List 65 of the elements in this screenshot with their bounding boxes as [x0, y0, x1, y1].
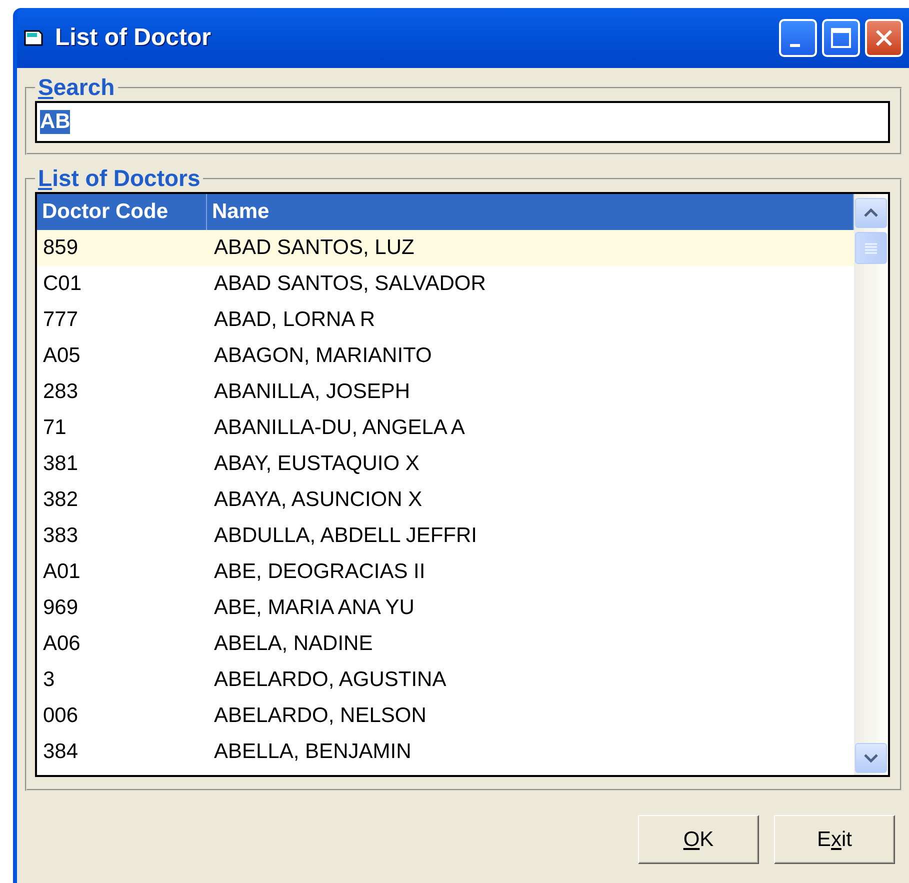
- table-row[interactable]: 859 ABAD SANTOS, LUZ: [37, 230, 854, 266]
- name-cell-text: ABE, DEOGRACIAS II: [213, 559, 426, 585]
- chevron-up-icon: [863, 208, 879, 218]
- table-row[interactable]: 71 ABANILLA-DU, ANGELA A: [37, 410, 854, 446]
- code-cell-text: 859: [42, 235, 80, 261]
- dialog-button[interactable]: OK: [638, 815, 759, 864]
- maximize-button[interactable]: [822, 19, 860, 57]
- table-row[interactable]: 283 ABANILLA, JOSEPH: [37, 374, 854, 410]
- table-row[interactable]: C01 ABAD SANTOS, SALVADOR: [37, 266, 854, 302]
- table-row[interactable]: A01 ABE, DEOGRACIAS II: [37, 554, 854, 590]
- name-cell-text: ABANILLA-DU, ANGELA A: [213, 415, 466, 441]
- minimize-icon: [790, 44, 800, 46]
- name-cell-text: ABE, MARIA ANA YU: [213, 595, 416, 621]
- name-cell-text: ABAD, LORNA R: [213, 307, 376, 333]
- name-cell-text: ABELARDO, NELSON: [213, 703, 428, 729]
- code-cell-text: 383: [42, 523, 80, 549]
- name-cell-text: ABAYA, ASUNCION X: [213, 487, 424, 513]
- dialog-button[interactable]: Exit: [774, 815, 895, 864]
- table-row[interactable]: A06 ABELA, NADINE: [37, 626, 854, 662]
- scroll-up-button[interactable]: [855, 198, 887, 228]
- table-row[interactable]: 384 ABELLA, BENJAMIN: [37, 734, 854, 770]
- name-cell-text: ABELA, NADINE: [213, 631, 374, 657]
- code-cell-text: 382: [42, 487, 80, 513]
- name-cell-text: ABAD SANTOS, SALVADOR: [213, 271, 487, 297]
- code-cell-text: A06: [42, 631, 82, 657]
- code-cell-text: A05: [42, 343, 82, 369]
- table-row[interactable]: 383 ABDULLA, ABDELL JEFFRI: [37, 518, 854, 554]
- name-cell-text: ABDULLA, ABDELL JEFFRI: [213, 523, 478, 549]
- code-cell-text: 969: [42, 595, 80, 621]
- code-cell-text: 381: [42, 451, 80, 477]
- table-row[interactable]: 381 ABAY, EUSTAQUIO X: [37, 446, 854, 482]
- code-cell-text: 71: [42, 415, 68, 441]
- table-row[interactable]: 3 ABELARDO, AGUSTINA: [37, 662, 854, 698]
- scrollbar[interactable]: [854, 194, 888, 775]
- name-cell-text: ABANILLA, JOSEPH: [213, 379, 412, 405]
- name-cell-text: ABAD SANTOS, LUZ: [213, 235, 416, 261]
- table-row[interactable]: 969 ABE, MARIA ANA YU: [37, 590, 854, 626]
- code-cell-text: A01: [42, 559, 82, 585]
- window-icon: [23, 29, 45, 47]
- table-row[interactable]: 006 ABELARDO, NELSON: [37, 698, 854, 734]
- code-cell-text: C01: [42, 271, 83, 297]
- table-row[interactable]: 382 ABAYA, ASUNCION X: [37, 482, 854, 518]
- scroll-thumb[interactable]: [855, 232, 887, 264]
- table-row[interactable]: 777 ABAD, LORNA R: [37, 302, 854, 338]
- grip-icon: [864, 242, 878, 254]
- maximize-icon: [830, 27, 852, 49]
- code-cell-text: 006: [42, 703, 80, 729]
- minimize-button[interactable]: [779, 19, 817, 57]
- close-icon: [873, 27, 895, 49]
- chevron-down-icon: [863, 753, 879, 763]
- scroll-down-button[interactable]: [855, 743, 887, 773]
- list-label: List of Doctors: [37, 165, 202, 192]
- name-cell-text: ABELLA, BENJAMIN: [213, 739, 412, 765]
- window-title: List of Doctor: [55, 24, 212, 52]
- code-cell-text: 3: [42, 667, 56, 693]
- search-label: Search: [37, 74, 116, 101]
- name-cell-text: ABELARDO, AGUSTINA: [213, 667, 448, 693]
- table-row[interactable]: A05 ABAGON, MARIANITO: [37, 338, 854, 374]
- search-field[interactable]: AB: [35, 101, 890, 143]
- code-cell-text: 777: [42, 307, 80, 333]
- name-cell-text: ABAGON, MARIANITO: [213, 343, 433, 369]
- name-cell-text: ABAY, EUSTAQUIO X: [213, 451, 420, 477]
- code-cell-text: 384: [42, 739, 80, 765]
- close-button[interactable]: [865, 19, 903, 57]
- code-cell-text: 283: [42, 379, 80, 405]
